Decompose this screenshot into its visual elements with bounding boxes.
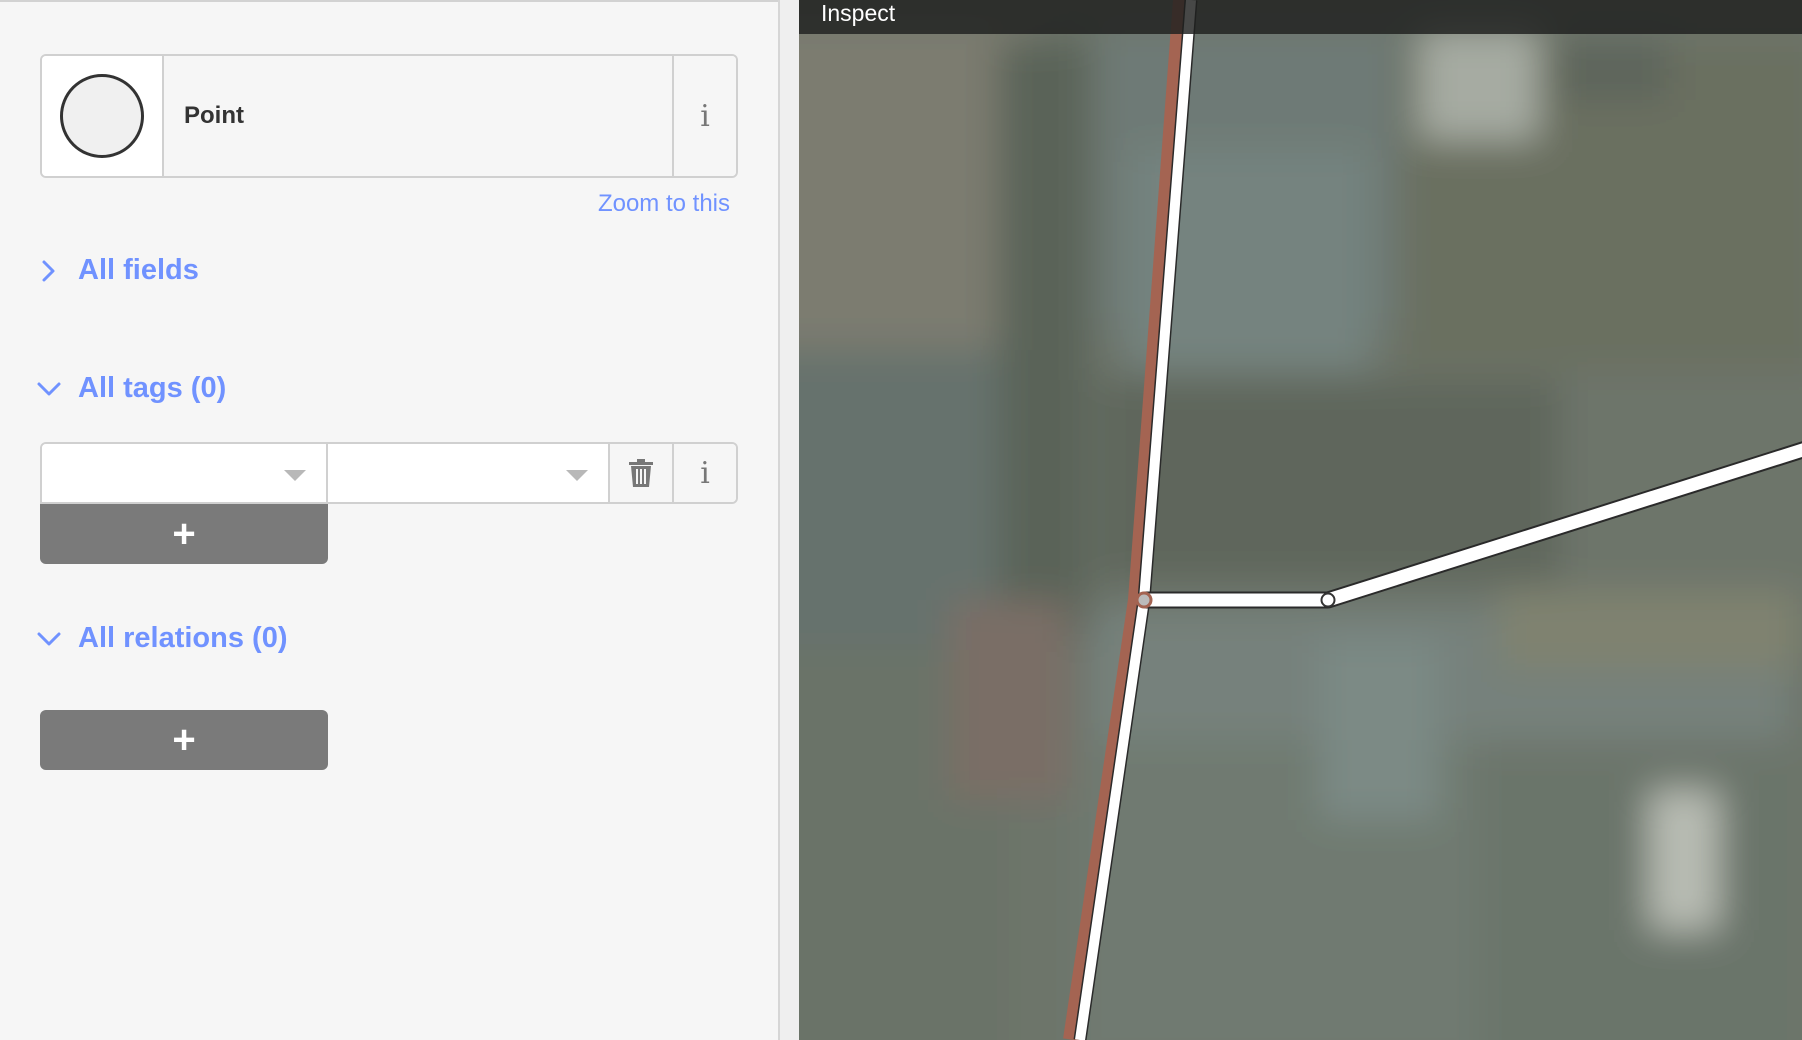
point-icon bbox=[60, 74, 144, 158]
inspector-sidebar: Point i Zoom to this All fields All tags… bbox=[0, 0, 780, 1040]
map-canvas[interactable]: Inspect bbox=[799, 0, 1802, 1040]
tag-value-input[interactable] bbox=[328, 444, 610, 502]
sidebar-gutter bbox=[780, 0, 799, 1040]
all-fields-label: All fields bbox=[78, 254, 199, 286]
add-relation-button[interactable]: + bbox=[40, 710, 328, 770]
all-fields-toggle[interactable]: All fields bbox=[36, 254, 199, 287]
add-tag-button[interactable]: + bbox=[40, 504, 328, 564]
chevron-down-icon bbox=[37, 632, 61, 645]
chevron-right-icon bbox=[42, 260, 55, 281]
info-icon: i bbox=[700, 455, 710, 491]
tag-row: i bbox=[40, 442, 738, 504]
all-relations-label: All relations (0) bbox=[78, 622, 288, 654]
all-tags-toggle[interactable]: All tags (0) bbox=[36, 372, 226, 405]
zoom-to-this-link[interactable]: Zoom to this bbox=[560, 190, 730, 218]
tag-info-button[interactable]: i bbox=[674, 444, 736, 502]
chevron-down-icon bbox=[37, 382, 61, 395]
plus-icon: + bbox=[172, 717, 196, 762]
info-icon: i bbox=[700, 98, 710, 134]
preset-icon-container bbox=[42, 56, 164, 176]
preset-name-container[interactable]: Point bbox=[164, 56, 672, 176]
trash-icon bbox=[629, 459, 653, 487]
aerial-imagery bbox=[799, 0, 1802, 1040]
preset-info-button[interactable]: i bbox=[672, 56, 736, 176]
mode-title: Inspect bbox=[821, 0, 896, 26]
vertex-selected[interactable] bbox=[1135, 591, 1153, 609]
plus-icon: + bbox=[172, 511, 196, 556]
tag-delete-button[interactable] bbox=[610, 444, 674, 502]
combo-caret-icon[interactable] bbox=[284, 470, 306, 481]
all-tags-label: All tags (0) bbox=[78, 372, 227, 404]
combo-caret-icon[interactable] bbox=[566, 470, 588, 481]
preset-name: Point bbox=[184, 102, 244, 129]
preset-list-item[interactable]: Point i bbox=[40, 54, 738, 178]
vertex[interactable] bbox=[1320, 592, 1336, 608]
tag-key-input[interactable] bbox=[42, 444, 328, 502]
all-relations-toggle[interactable]: All relations (0) bbox=[36, 622, 288, 655]
top-bar: Inspect bbox=[799, 0, 1802, 34]
